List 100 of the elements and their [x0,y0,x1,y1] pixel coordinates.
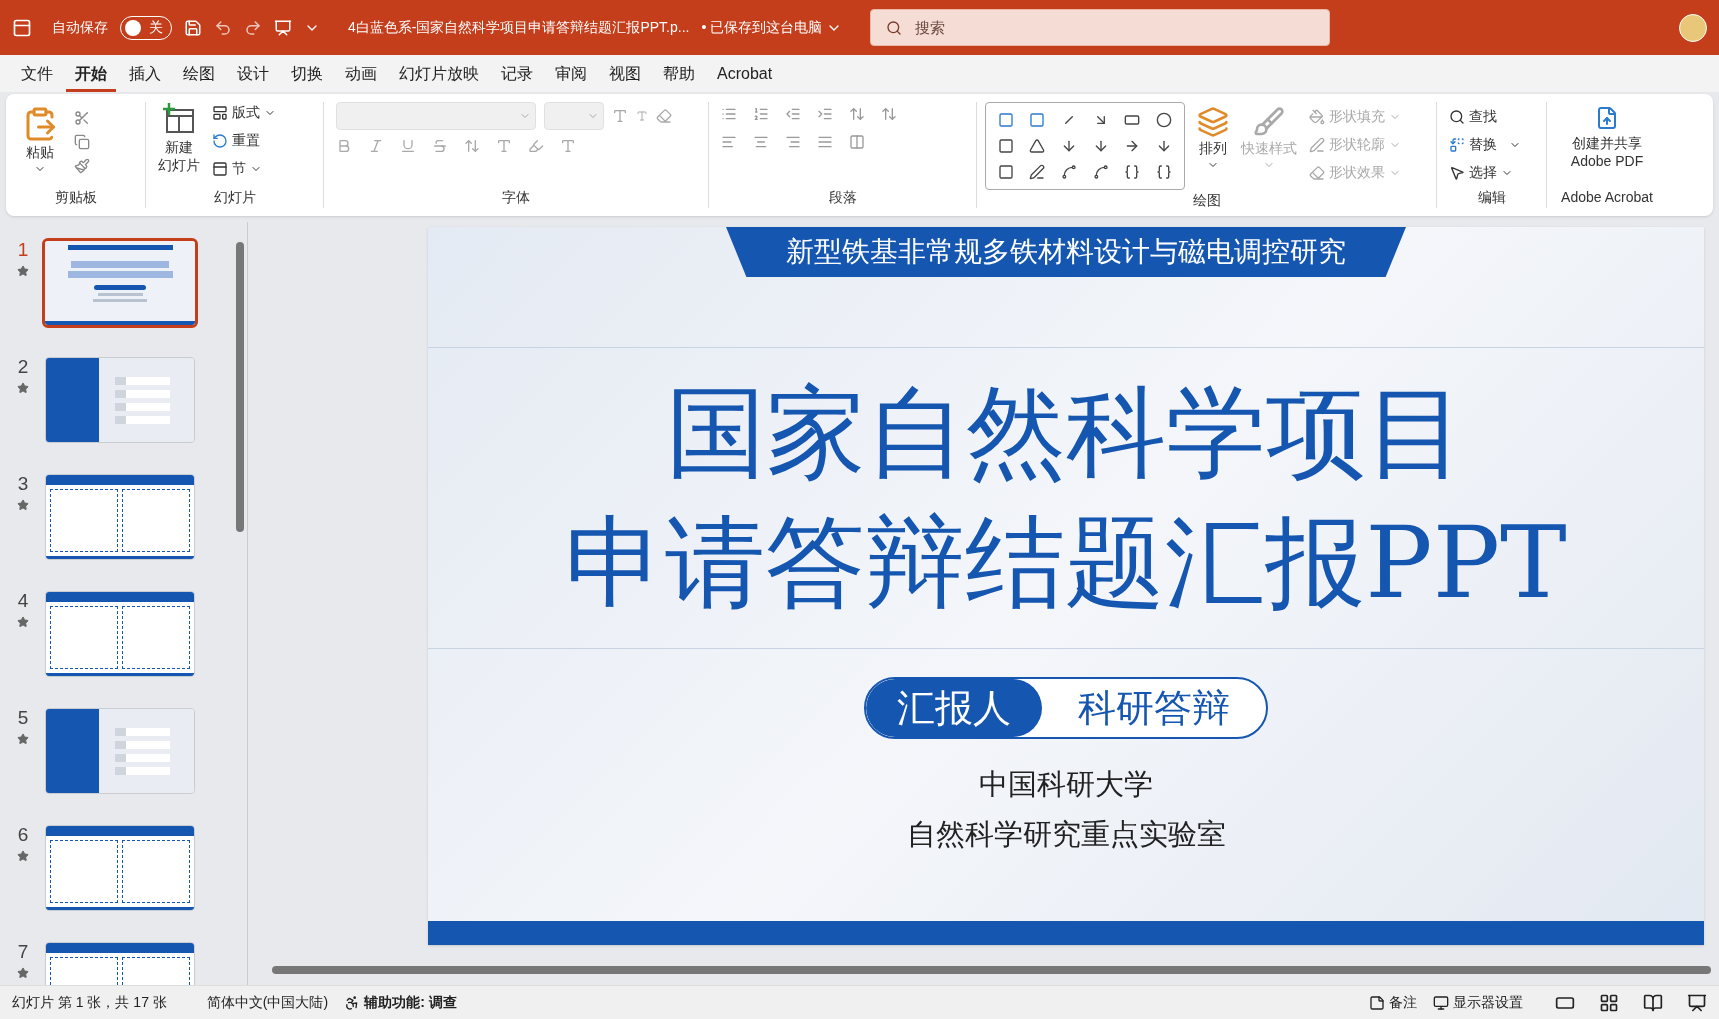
star-icon [17,966,29,979]
format-painter-icon[interactable] [74,158,90,174]
ribbon-tab[interactable]: 切换 [282,58,332,92]
scribble-icon[interactable] [1029,164,1046,180]
vertical-text-box-icon[interactable] [1029,112,1046,128]
layout-icon [212,104,228,121]
group-label: 字体 [501,188,531,207]
pen-icon [1309,136,1325,153]
create-pdf-button[interactable]: 创建并共享 Adobe PDF [1547,102,1667,187]
star-icon [17,498,29,511]
ribbon-tab[interactable]: 记录 [492,58,542,92]
slide-thumbnail[interactable] [42,238,198,328]
notes-button[interactable]: 备注 [1369,992,1417,1013]
italic-icon[interactable] [368,138,384,154]
ribbon-tab[interactable]: 视图 [600,58,650,92]
monitor-icon [1433,994,1449,1011]
new-slide-button[interactable]: 新建 幻灯片 [158,102,200,187]
slide-number: 4 [17,589,29,613]
slide-title-line: 申请答辩结题汇报PPT [565,503,1567,623]
select-button[interactable]: 选择 [1449,162,1534,183]
search-icon [886,20,903,36]
increase-indent-icon[interactable] [817,106,833,122]
paste-button[interactable]: 粘贴 [18,106,62,187]
arc-icon[interactable] [1061,164,1078,180]
reading-view-icon[interactable] [1643,992,1663,1013]
app-logo-icon [12,17,32,38]
numbering-icon[interactable] [753,106,769,122]
slide-sorter-icon[interactable] [1599,992,1619,1013]
strikethrough-icon[interactable] [432,138,448,154]
group-label: Adobe Acrobat [1560,188,1654,207]
star-icon [17,264,29,277]
save-icon[interactable] [184,18,202,37]
shapes-gallery[interactable] [985,102,1185,190]
rectangle-icon[interactable] [1124,112,1141,128]
group-label: 段落 [827,188,858,207]
align-left-icon[interactable] [721,134,737,150]
columns-icon[interactable] [849,134,865,150]
search-icon [1449,108,1465,125]
highlight-icon[interactable] [528,138,544,154]
file-upload-icon [1595,106,1619,130]
presenter-name: 科研答辩 [1077,684,1231,732]
ribbon-tab[interactable]: 插入 [120,58,170,92]
align-right-icon[interactable] [785,134,801,150]
clear-formatting-icon[interactable] [656,108,672,124]
text-box-icon[interactable] [997,112,1014,128]
replace-button[interactable]: 替换 [1449,134,1534,155]
ribbon-tab[interactable]: 动画 [336,58,386,92]
star-icon [17,615,29,628]
presenter-label: 汇报人 [866,679,1042,737]
display-settings-button[interactable]: 显示器设置 [1433,992,1523,1013]
redo-icon[interactable] [244,18,262,37]
copy-icon[interactable] [74,134,90,150]
ribbon-tab[interactable]: Acrobat [708,58,782,92]
accessibility-button[interactable]: 辅助功能: 调查 [344,992,457,1013]
ribbon-tab[interactable]: 设计 [228,58,278,92]
save-status[interactable]: • 已保存到这台电脑 [701,17,843,38]
curve-icon[interactable] [1092,164,1109,180]
search-field[interactable]: 搜索 [870,9,1331,46]
bullets-icon[interactable] [721,106,737,122]
user-avatar[interactable] [1679,13,1707,42]
notes-icon [1369,994,1385,1011]
star-icon [17,381,29,394]
section-icon [212,160,228,177]
document-title: 4白蓝色系-国家自然科学项目申请答辩结题汇报PPT.p... [348,18,690,37]
ribbon-tab[interactable]: 绘图 [174,58,224,92]
language-indicator[interactable]: 简体中文(中国大陆) [206,992,329,1013]
decrease-indent-icon[interactable] [785,106,801,122]
pointer-icon [1449,164,1465,181]
present-icon[interactable] [274,18,292,37]
arrange-button[interactable]: 排列 [1197,102,1229,190]
group-label: 幻灯片 [212,188,257,207]
justify-icon[interactable] [817,134,833,150]
line-spacing-icon[interactable] [849,106,865,122]
find-button[interactable]: 查找 [1449,106,1534,127]
affiliation-line: 自然科学研究重点实验室 [906,816,1226,853]
autosave-label: 自动保存 [52,18,108,37]
reset-icon [212,132,228,149]
ribbon-tab[interactable]: 审阅 [546,58,596,92]
layout-button[interactable]: 版式 [212,102,276,123]
section-button[interactable]: 节 [212,158,276,179]
replace-icon [1449,136,1465,153]
reset-button[interactable]: 重置 [212,130,276,151]
triangle-icon[interactable] [1029,138,1046,154]
oval-icon[interactable] [1156,112,1173,128]
slide-number: 7 [17,940,29,964]
cut-icon[interactable] [74,110,90,126]
slideshow-icon[interactable] [1687,992,1707,1013]
underline-icon[interactable] [400,138,416,154]
affiliation-line: 中国科研大学 [979,766,1153,803]
undo-icon[interactable] [214,18,232,37]
font-size-field[interactable] [544,102,604,130]
slide-number: 1 [17,238,29,262]
ribbon-tab[interactable]: 幻灯片放映 [390,58,488,92]
align-center-icon[interactable] [753,134,769,150]
group-label: 编辑 [1476,188,1507,207]
ribbon-tab[interactable]: 帮助 [654,58,704,92]
bold-icon[interactable] [336,138,352,154]
slide-number: 2 [17,355,29,379]
rounded-rectangle-icon[interactable] [997,138,1014,154]
ribbon-tab[interactable]: 文件 [12,58,62,92]
